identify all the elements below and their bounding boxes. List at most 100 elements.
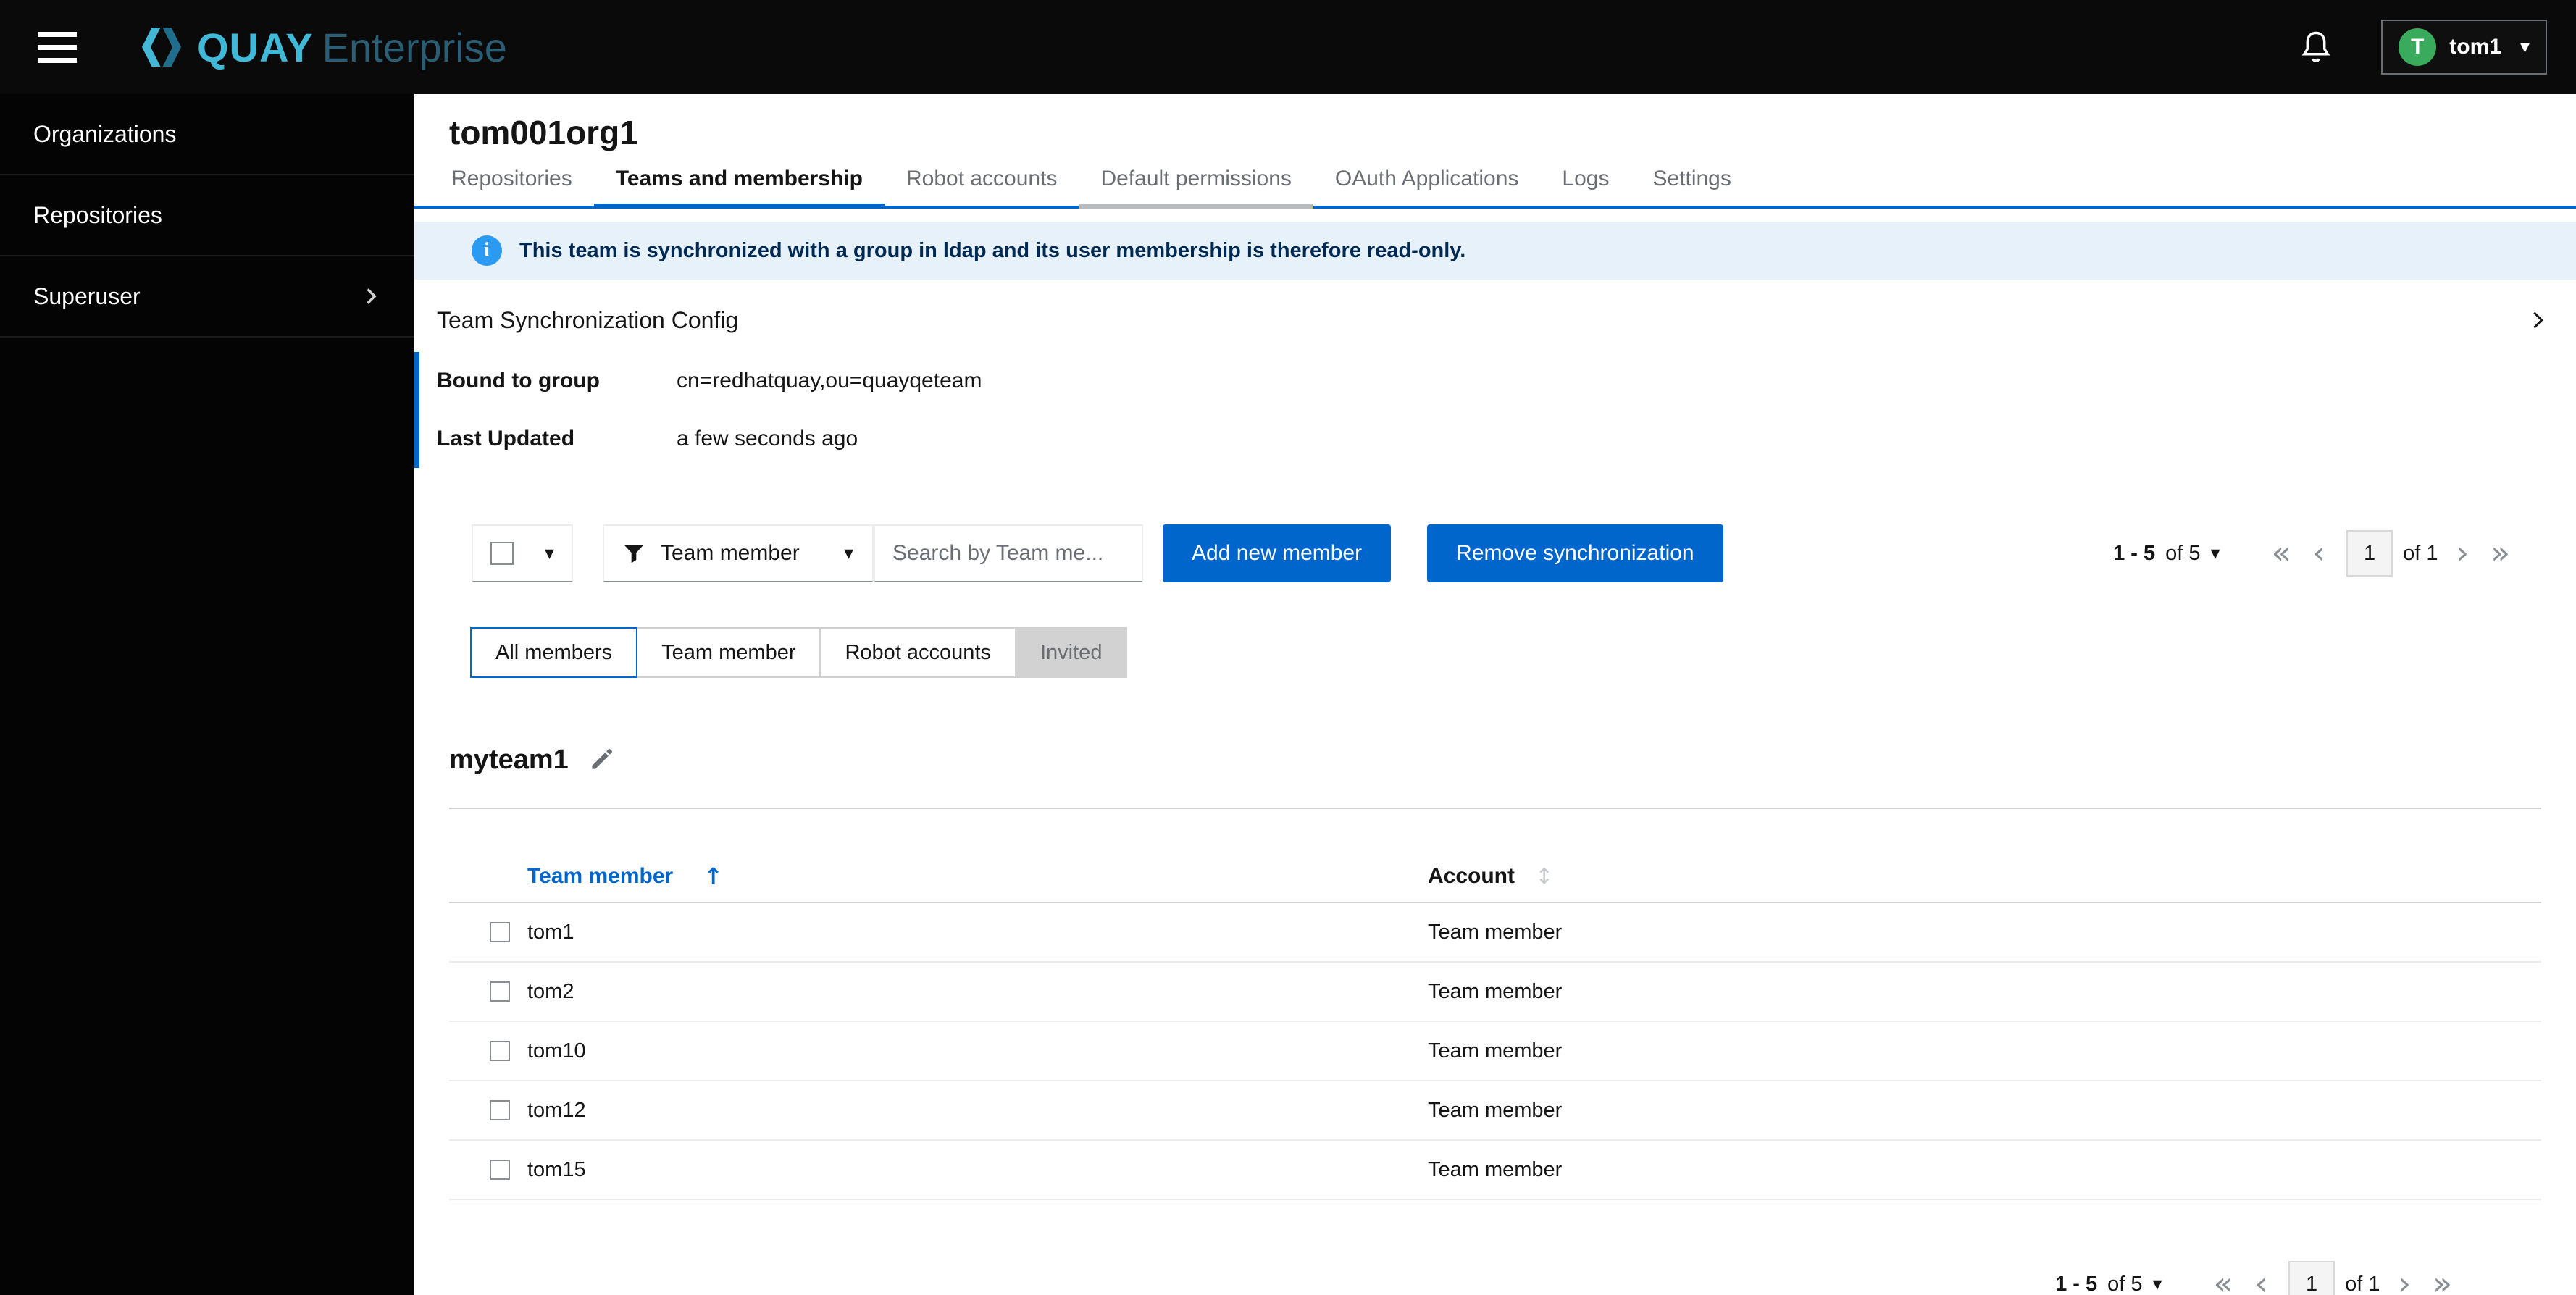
tab-logs[interactable]: Logs (1540, 156, 1631, 206)
team-sync-config-title: Team Synchronization Config (437, 306, 739, 333)
caret-down-icon: ▾ (544, 542, 554, 564)
page-number-input[interactable] (2346, 530, 2393, 577)
pagination-top: 1 - 5 of 5 ▾ « ‹ of 1 › » (2113, 530, 2521, 577)
sort-icon: ↕ (1535, 863, 1554, 889)
filter-selected-label: Team member (661, 541, 800, 565)
row-checkbox[interactable] (490, 1160, 510, 1180)
first-page-button[interactable]: « (2203, 1268, 2244, 1295)
filter-tab-invited[interactable]: Invited (1015, 627, 1128, 678)
filter-tab-all-members[interactable]: All members (470, 627, 638, 678)
row-checkbox[interactable] (490, 1041, 510, 1061)
table-row: tom10 Team member (449, 1022, 2541, 1081)
table-header-row: Team member ↑ Account ↕ (449, 851, 2541, 903)
team-sync-config-header[interactable]: Team Synchronization Config (437, 297, 2548, 343)
sidebar: Organizations Repositories Superuser (0, 94, 414, 1295)
page-count-label: of 1 (2345, 1272, 2380, 1295)
member-account: Team member (1428, 1098, 1563, 1122)
bulk-select-checkbox[interactable] (490, 542, 514, 565)
sync-row-label: Last Updated (437, 427, 575, 450)
caret-down-icon: ▾ (2519, 36, 2530, 58)
filter-tab-robot-accounts[interactable]: Robot accounts (819, 627, 1016, 678)
member-name: tom10 (527, 1039, 586, 1063)
table-row: tom15 Team member (449, 1141, 2541, 1200)
table-row: tom2 Team member (449, 963, 2541, 1022)
logo-secondary-text: Enterprise (322, 24, 507, 70)
row-checkbox[interactable] (490, 1100, 510, 1120)
hamburger-menu-button[interactable] (38, 21, 90, 73)
member-name: tom2 (527, 979, 574, 1003)
caret-down-icon: ▾ (843, 542, 853, 564)
divider (449, 808, 2541, 809)
remove-synchronization-button[interactable]: Remove synchronization (1427, 524, 1723, 582)
sidebar-item-label: Superuser (33, 282, 141, 309)
info-icon: i (472, 235, 502, 266)
next-page-button[interactable]: › (2445, 537, 2480, 569)
pagination-range-of: of 5 (2107, 1272, 2143, 1295)
edit-team-name-button[interactable] (587, 747, 615, 774)
member-name: tom1 (527, 920, 574, 944)
previous-page-button[interactable]: ‹ (2301, 537, 2336, 569)
next-page-button[interactable]: › (2387, 1268, 2422, 1295)
members-table: Team member ↑ Account ↕ tom1 Team member… (449, 851, 2541, 1200)
logo-primary-text: QUAY (197, 24, 314, 70)
pagination-menu-toggle[interactable]: 1 - 5 of 5 ▾ (2055, 1273, 2162, 1295)
previous-page-button[interactable]: ‹ (2243, 1268, 2278, 1295)
tab-oauth-applications[interactable]: OAuth Applications (1313, 156, 1541, 206)
table-row: tom12 Team member (449, 1081, 2541, 1141)
sidebar-item-label: Repositories (33, 201, 162, 228)
tab-settings[interactable]: Settings (1631, 156, 1752, 206)
sync-row-last-updated: Last Updated a few seconds ago (437, 410, 2576, 468)
main-content: tom001org1 Repositories Teams and member… (414, 94, 2576, 1295)
pagination-range: 1 - 5 (2055, 1272, 2098, 1295)
filter-icon (624, 545, 644, 563)
tab-teams-and-membership[interactable]: Teams and membership (593, 156, 885, 209)
filter-type-dropdown[interactable]: Team member ▾ (603, 524, 874, 582)
quay-logo[interactable]: QUAY Enterprise (138, 24, 507, 71)
pagination-menu-toggle[interactable]: 1 - 5 of 5 ▾ (2113, 542, 2220, 566)
sync-row-value: a few seconds ago (677, 427, 858, 450)
sidebar-item-organizations[interactable]: Organizations (0, 94, 414, 175)
user-menu[interactable]: T tom1 ▾ (2381, 20, 2547, 75)
column-header-team-member[interactable]: Team member ↑ (527, 863, 1428, 890)
top-header: QUAY Enterprise T tom1 ▾ (0, 0, 2576, 94)
add-new-member-button[interactable]: Add new member (1163, 524, 1392, 582)
bulk-select-dropdown[interactable]: ▾ (472, 524, 573, 582)
member-account: Team member (1428, 920, 1563, 944)
sidebar-item-repositories[interactable]: Repositories (0, 175, 414, 256)
member-name: tom15 (527, 1157, 586, 1181)
info-alert: i This team is synchronized with a group… (414, 222, 2576, 280)
member-account: Team member (1428, 1039, 1563, 1063)
user-name: tom1 (2449, 35, 2501, 59)
pagination-nav: « ‹ of 1 › » (2261, 530, 2521, 577)
last-page-button[interactable]: » (2422, 1268, 2463, 1295)
quay-logo-icon (142, 28, 181, 67)
chevron-right-icon (2533, 311, 2543, 329)
team-name-row: myteam1 (449, 745, 2576, 776)
member-account: Team member (1428, 1157, 1563, 1181)
last-page-button[interactable]: » (2480, 537, 2521, 569)
sort-ascending-icon: ↑ (703, 863, 724, 890)
caret-down-icon: ▾ (2152, 1273, 2162, 1295)
sidebar-item-label: Organizations (33, 120, 177, 147)
page-number-input[interactable] (2288, 1261, 2335, 1295)
members-toolbar: ▾ Team member ▾ Add new member Remove sy… (472, 524, 2521, 582)
member-name: tom12 (527, 1098, 586, 1122)
tab-robot-accounts[interactable]: Robot accounts (885, 156, 1079, 206)
row-checkbox[interactable] (490, 922, 510, 942)
member-account: Team member (1428, 979, 1563, 1003)
column-header-account[interactable]: Account ↕ (1428, 864, 2541, 889)
first-page-button[interactable]: « (2261, 537, 2302, 569)
pencil-icon (592, 748, 612, 769)
sidebar-item-superuser[interactable]: Superuser (0, 256, 414, 338)
row-checkbox[interactable] (490, 981, 510, 1002)
filter-tab-team-member[interactable]: Team member (636, 627, 821, 678)
member-filter-group: All members Team member Robot accounts I… (470, 627, 2576, 678)
tab-repositories[interactable]: Repositories (430, 156, 594, 206)
table-row: tom1 Team member (449, 903, 2541, 963)
tab-default-permissions[interactable]: Default permissions (1079, 156, 1314, 209)
notification-bell-icon[interactable] (2297, 28, 2335, 66)
team-sync-config-details: Bound to group cn=redhatquay,ou=quayqete… (414, 352, 2576, 468)
page-title: tom001org1 (449, 114, 638, 151)
sync-row-value: cn=redhatquay,ou=quayqeteam (677, 369, 982, 393)
search-input[interactable] (874, 524, 1143, 582)
